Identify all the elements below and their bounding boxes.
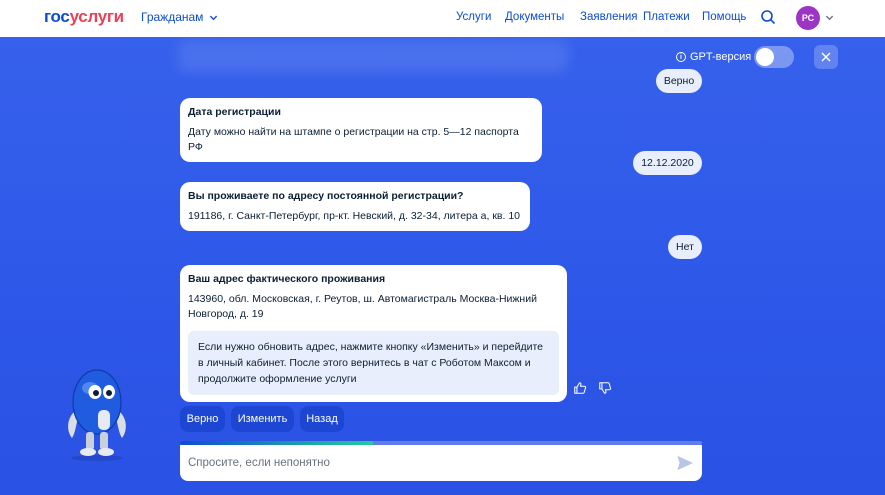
quick-reply-change-button[interactable]: Изменить bbox=[231, 406, 294, 432]
chevron-down-icon bbox=[210, 15, 218, 20]
nav-documents[interactable]: Документы bbox=[505, 11, 564, 23]
chat-input-box bbox=[180, 445, 702, 481]
search-icon[interactable] bbox=[760, 9, 776, 25]
nav-help[interactable]: Помощь bbox=[702, 11, 746, 23]
bot-question: Ваш адрес фактического проживания bbox=[188, 273, 386, 285]
nav-applications[interactable]: Заявления bbox=[580, 11, 638, 23]
bot-answer: Дату можно найти на штампе о регистрации… bbox=[188, 126, 519, 153]
chevron-down-icon[interactable] bbox=[825, 13, 834, 22]
send-icon[interactable] bbox=[677, 455, 693, 471]
close-icon bbox=[821, 52, 831, 62]
thumbs-up-icon[interactable] bbox=[573, 381, 587, 395]
bot-message: Ваш адрес фактического проживания 143960… bbox=[180, 265, 567, 402]
close-chat-button[interactable] bbox=[814, 45, 838, 69]
bot-message: Вы проживаете по адресу постоянной регис… bbox=[180, 182, 530, 231]
thumbs-down-icon[interactable] bbox=[598, 381, 612, 395]
bot-answer: 191186, г. Санкт-Петербург, пр-кт. Невск… bbox=[188, 210, 521, 222]
user-message: 12.12.2020 bbox=[633, 151, 702, 175]
user-message: Нет bbox=[668, 235, 702, 259]
bot-question: Вы проживаете по адресу постоянной регис… bbox=[188, 190, 464, 202]
info-icon[interactable]: i bbox=[676, 52, 686, 62]
bot-message: Дата регистрации Дату можно найти на шта… bbox=[180, 98, 542, 162]
gosuslugi-logo[interactable]: госуслуги bbox=[44, 7, 124, 27]
audience-label: Гражданам bbox=[141, 10, 204, 24]
scrolled-content-fade bbox=[178, 40, 568, 72]
robot-max-mascot bbox=[68, 369, 126, 461]
gpt-version-toggle[interactable] bbox=[754, 46, 794, 68]
nav-services[interactable]: Услуги bbox=[456, 11, 491, 23]
quick-reply-back-button[interactable]: Назад bbox=[300, 406, 344, 432]
quick-reply-correct-button[interactable]: Верно bbox=[180, 406, 225, 432]
bot-hint: Если нужно обновить адрес, нажмите кнопк… bbox=[188, 331, 559, 395]
bot-answer: 143960, обл. Московская, г. Реутов, ш. А… bbox=[188, 293, 537, 320]
gpt-version-label: i GPT-версия bbox=[676, 51, 751, 63]
user-avatar[interactable]: РС bbox=[796, 6, 820, 30]
bot-question: Дата регистрации bbox=[188, 106, 281, 118]
chat-input[interactable] bbox=[188, 454, 658, 472]
top-header: госуслуги Гражданам Услуги Документы Зая… bbox=[0, 0, 885, 37]
user-message: Верно bbox=[656, 69, 702, 93]
toggle-knob bbox=[756, 48, 774, 66]
nav-payments[interactable]: Платежи bbox=[643, 11, 690, 23]
audience-selector[interactable]: Гражданам bbox=[141, 10, 218, 24]
